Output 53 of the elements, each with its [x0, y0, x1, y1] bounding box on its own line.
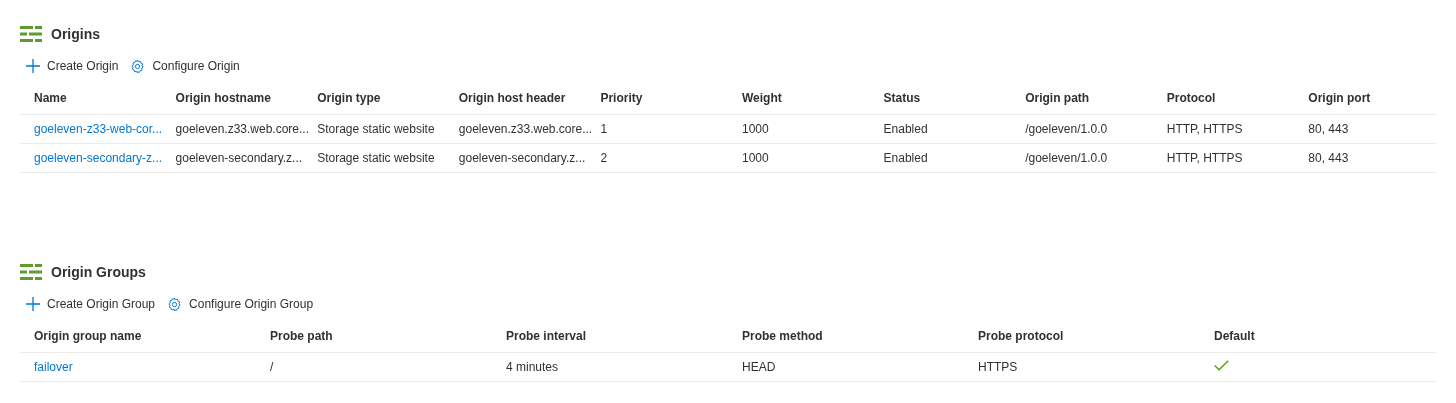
table-cell: HTTP, HTTPS [1166, 151, 1243, 165]
toolbar-button[interactable]: Configure Origin Group [167, 296, 314, 312]
column-header: Default [1200, 320, 1436, 353]
row-link[interactable]: failover [34, 360, 73, 374]
column-header: Weight [727, 82, 870, 115]
row-link[interactable]: goeleven-secondary-z... [34, 151, 163, 165]
column-header: Probe protocol [964, 320, 1200, 353]
gear-icon [130, 58, 146, 74]
column-header: Origin host header [444, 82, 587, 115]
table-cell: 1000 [741, 151, 769, 165]
list-icon [20, 264, 42, 280]
table-cell: HEAD [742, 360, 776, 374]
column-header: Probe interval [492, 320, 728, 353]
column-header: Origin port [1294, 82, 1436, 115]
column-header: Origin hostname [161, 82, 304, 115]
column-header: Origin group name [20, 320, 256, 353]
table-cell: HTTP, HTTPS [1166, 122, 1243, 136]
column-header: Probe method [728, 320, 964, 353]
table-cell: goeleven.z33.web.core... [175, 122, 309, 136]
row-link[interactable]: goeleven-z33-web-cor... [34, 122, 163, 136]
column-header: Origin type [303, 82, 445, 115]
toolbar-button[interactable]: Create Origin Group [26, 297, 156, 311]
table-cell: 4 minutes [506, 360, 559, 374]
section-title: Origin Groups [51, 264, 146, 280]
table-cell: goeleven-secondary.z... [175, 151, 303, 165]
table-cell: goeleven.z33.web.core... [458, 122, 593, 136]
table-cell: /goeleven/1.0.0 [1025, 151, 1108, 165]
column-header: Status [869, 82, 1012, 115]
toolbar-button[interactable]: Configure Origin [130, 58, 240, 74]
toolbar-button[interactable]: Create Origin [26, 59, 119, 73]
table-cell: Enabled [883, 122, 928, 136]
table-cell: / [270, 360, 274, 374]
table-cell: 2 [600, 151, 608, 165]
column-header: Origin path [1011, 82, 1153, 115]
table-cell: /goeleven/1.0.0 [1025, 122, 1108, 136]
table-cell: Storage static website [317, 151, 435, 165]
table-cell: goeleven-secondary.z... [458, 151, 586, 165]
table-cell: Storage static website [317, 122, 435, 136]
table-cell: Enabled [883, 151, 928, 165]
plus-icon [26, 59, 40, 73]
column-header: Name [20, 82, 162, 115]
gear-icon [167, 296, 183, 312]
column-header: Probe path [256, 320, 492, 353]
table-cell: 1000 [741, 122, 769, 136]
table-cell: 80, 443 [1308, 151, 1349, 165]
table-cell: 80, 443 [1308, 122, 1349, 136]
column-header: Priority [586, 82, 728, 115]
section-title: Origins [51, 26, 100, 42]
list-icon [20, 26, 42, 42]
table-cell: 1 [600, 122, 608, 136]
plus-icon [26, 297, 40, 311]
column-header: Protocol [1152, 82, 1295, 115]
table-cell: HTTPS [978, 360, 1018, 374]
